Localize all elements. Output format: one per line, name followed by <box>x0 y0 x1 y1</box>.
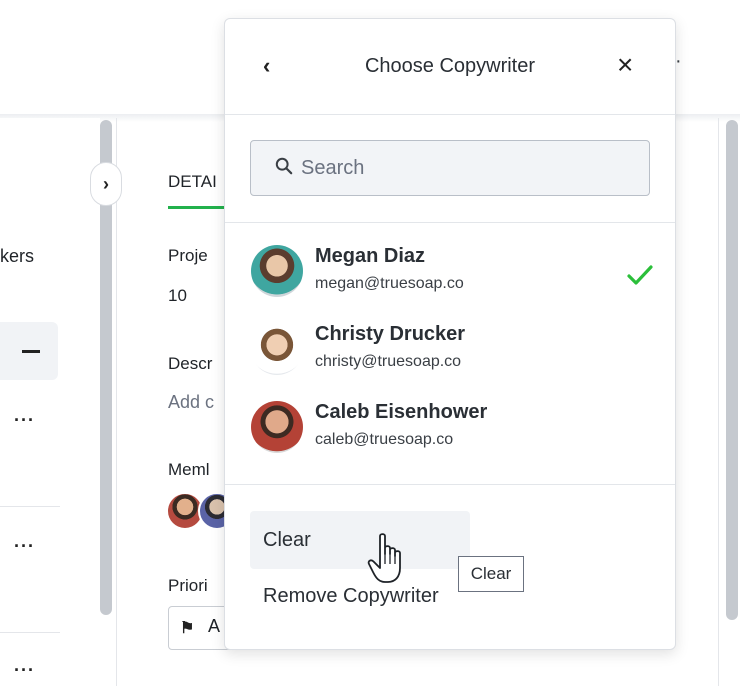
check-icon <box>627 265 653 285</box>
project-label: Proje <box>168 246 208 265</box>
list-item-christy-drucker[interactable]: Christy Drucker christy@truesoap.co <box>225 301 675 379</box>
person-email: megan@truesoap.co <box>315 275 464 292</box>
person-email: caleb@truesoap.co <box>315 431 454 448</box>
more-options-icon[interactable]: · <box>675 50 682 73</box>
description-label: Descr <box>168 354 213 373</box>
copywriter-list: Megan Diaz megan@truesoap.co Christy Dru… <box>225 223 675 485</box>
tooltip: Clear <box>458 556 524 592</box>
row-divider <box>0 506 60 507</box>
row-divider <box>0 632 60 633</box>
search-icon <box>275 157 293 175</box>
clear-button[interactable]: Clear <box>250 511 470 569</box>
popup-title: Choose Copywriter <box>364 55 536 77</box>
members-label: Meml <box>168 460 210 479</box>
search-input[interactable]: Search <box>250 140 650 196</box>
row-ellipsis-icon[interactable]: ··· <box>14 660 35 681</box>
avatar <box>251 245 303 297</box>
description-placeholder[interactable]: Add c <box>168 392 214 413</box>
left-nav-label[interactable]: kers <box>0 246 34 267</box>
chevron-right-icon: › <box>103 173 109 194</box>
person-name: Caleb Eisenhower <box>315 401 488 423</box>
row-ellipsis-icon[interactable]: ··· <box>14 410 35 431</box>
search-section: Search <box>225 115 675 223</box>
clear-label: Clear <box>263 529 311 551</box>
close-icon[interactable]: × <box>617 49 633 81</box>
avatar <box>251 401 303 453</box>
flag-icon: ⚑ <box>180 620 195 637</box>
collapse-minus-icon[interactable] <box>22 350 40 353</box>
left-panel <box>0 118 100 686</box>
right-scrollbar[interactable] <box>726 120 738 620</box>
active-tab-indicator <box>168 206 228 209</box>
search-placeholder: Search <box>301 157 365 179</box>
priority-label: Priori <box>168 576 208 595</box>
priority-value: A <box>208 616 221 636</box>
hand-cursor-icon <box>367 533 401 583</box>
person-name: Megan Diaz <box>315 245 426 267</box>
person-name: Christy Drucker <box>315 323 466 345</box>
avatar <box>251 323 303 375</box>
expand-panel-button[interactable]: › <box>90 162 122 206</box>
tab-details[interactable]: DETAI <box>168 172 217 192</box>
panel-divider <box>116 118 117 686</box>
right-divider <box>718 118 719 686</box>
popup-actions: Clear Remove Copywriter <box>225 485 675 651</box>
remove-copywriter-button[interactable]: Remove Copywriter <box>263 585 439 608</box>
list-item-megan-diaz[interactable]: Megan Diaz megan@truesoap.co <box>225 223 675 301</box>
choose-copywriter-popup: ‹ Choose Copywriter × Search Megan Diaz … <box>224 18 676 650</box>
person-email: christy@truesoap.co <box>315 353 462 370</box>
list-item-caleb-eisenhower[interactable]: Caleb Eisenhower caleb@truesoap.co <box>225 379 675 457</box>
popup-header: ‹ Choose Copywriter × <box>225 19 675 115</box>
row-ellipsis-icon[interactable]: ··· <box>14 536 35 557</box>
project-value: 10 <box>168 286 187 305</box>
